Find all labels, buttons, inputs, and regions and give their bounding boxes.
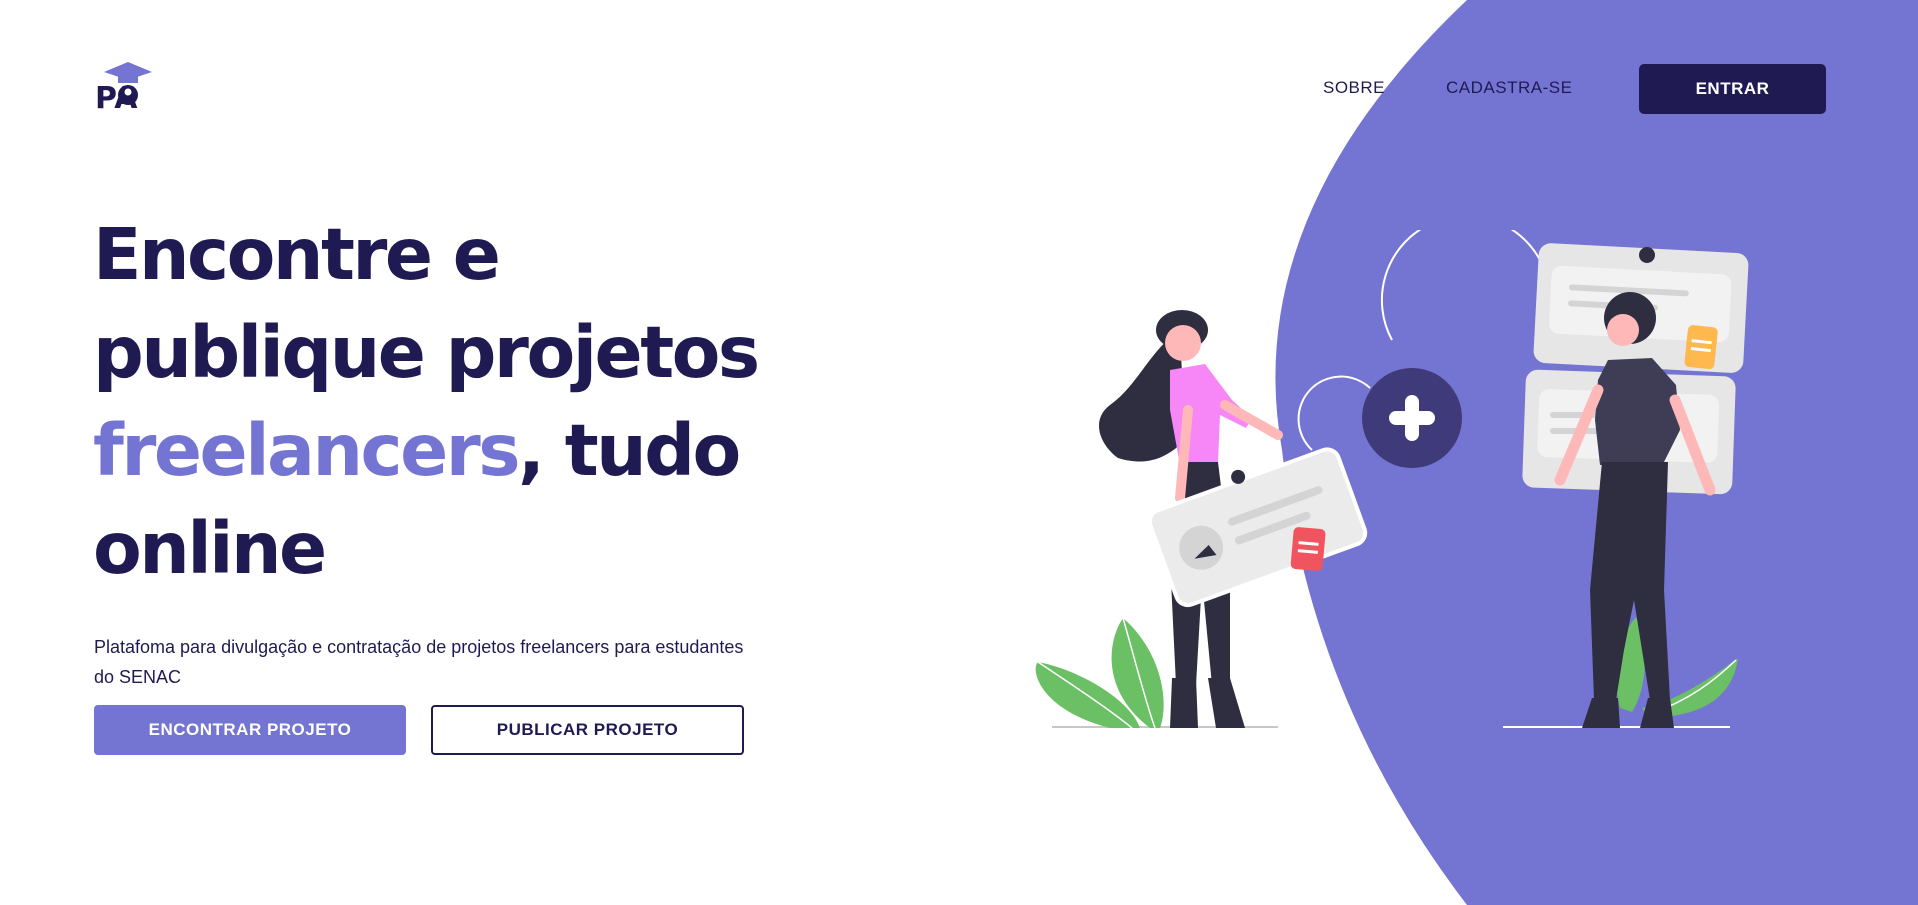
site-header: PA SOBRE CADASTRA-SE ENTRAR: [0, 0, 1918, 180]
note-red-icon: [1290, 527, 1326, 571]
hero-title-line-1: Encontre e: [93, 213, 501, 296]
hero-title-line-2: publique projetos: [93, 311, 760, 394]
plus-circle-icon: [1362, 368, 1462, 468]
hero-title-accent: freelancers: [93, 409, 521, 492]
plant-right-icon: [1615, 617, 1738, 718]
find-project-button[interactable]: ENCONTRAR PROJETO: [94, 705, 406, 755]
plant-left-icon: [1035, 617, 1164, 729]
hero-title-line-3: , tudo: [518, 409, 741, 492]
hero-section: Encontre e publique projetos freelancers…: [93, 206, 793, 692]
freelancers-illustration: [1035, 230, 1749, 729]
connector-arc-top: [1380, 230, 1541, 341]
note-orange-icon: [1684, 325, 1718, 370]
hero-subtitle: Platafoma para divulgação e contratação …: [94, 637, 744, 687]
profile-card-left: [1147, 447, 1368, 608]
nav-link-sobre[interactable]: SOBRE: [1323, 78, 1385, 98]
nav-link-cadastra-se[interactable]: CADASTRA-SE: [1446, 78, 1572, 98]
hero-title: Encontre e publique projetos freelancers…: [93, 206, 793, 598]
hero-title-line-4: online: [93, 507, 327, 590]
logo-icon[interactable]: PA: [94, 60, 162, 112]
connector-arc-small: [1297, 375, 1371, 451]
login-button[interactable]: ENTRAR: [1639, 64, 1826, 114]
publish-project-button[interactable]: PUBLICAR PROJETO: [431, 705, 744, 755]
